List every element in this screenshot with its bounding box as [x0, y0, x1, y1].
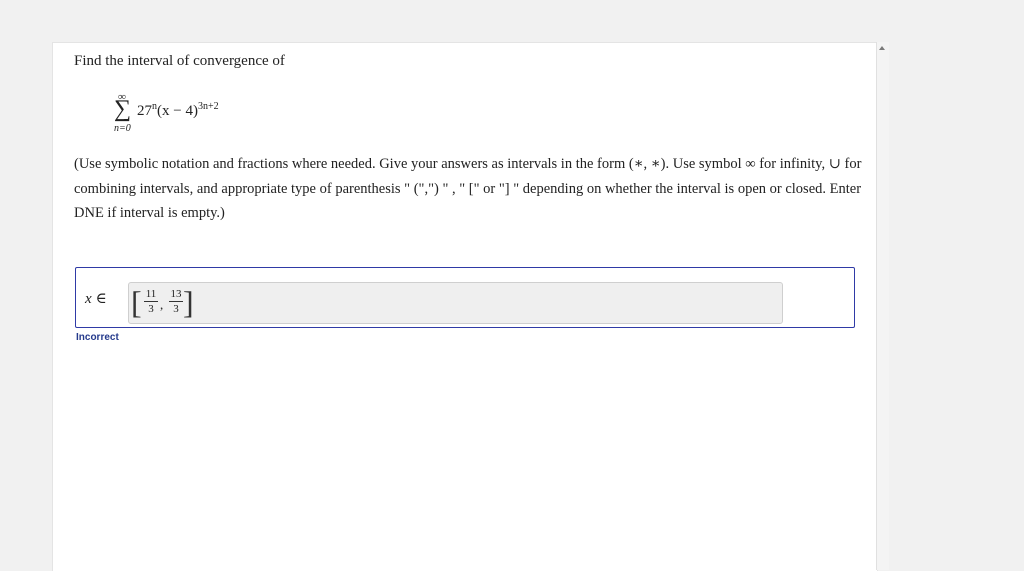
instructions-text: (Use symbolic notation and fractions whe…: [74, 156, 862, 221]
sigma-symbol: ∑: [114, 96, 132, 122]
element-of-symbol: ∈: [95, 291, 107, 307]
question-title: Find the interval of convergence of: [74, 53, 285, 69]
scroll-up-arrow-icon[interactable]: [879, 46, 885, 50]
answer-input[interactable]: [ 11 3 , 13 3 ]: [128, 282, 783, 324]
answer-label: x ∈: [85, 289, 107, 308]
vertical-scrollbar[interactable]: [876, 42, 889, 570]
series-base: 27: [137, 103, 152, 119]
upper-bound-fraction: 13 3: [169, 288, 183, 315]
upper-bound-denominator: 3: [173, 303, 179, 315]
question-card: Find the interval of convergence of ∞ ∑ …: [52, 42, 878, 571]
close-bracket: ]: [183, 284, 194, 320]
series-term: 27n(x − 4)3n+2: [137, 101, 219, 120]
open-bracket: [: [131, 284, 142, 320]
series-factor-exponent: 3n+2: [197, 101, 219, 112]
answer-variable: x: [85, 291, 92, 307]
status-incorrect: Incorrect: [76, 332, 119, 343]
sum-lower-limit: n=0: [114, 123, 131, 134]
series-factor: (x − 4): [157, 103, 198, 119]
answer-box: x ∈ [ 11 3 , 13 3 ]: [75, 267, 855, 328]
series-expression: ∞ ∑ n=0 27n(x − 4)3n+2: [113, 91, 333, 141]
upper-bound-numerator: 13: [169, 288, 183, 302]
interval-separator: ,: [160, 297, 164, 312]
lower-bound-numerator: 11: [144, 288, 158, 302]
lower-bound-denominator: 3: [148, 303, 154, 315]
lower-bound-fraction: 11 3: [144, 288, 158, 315]
